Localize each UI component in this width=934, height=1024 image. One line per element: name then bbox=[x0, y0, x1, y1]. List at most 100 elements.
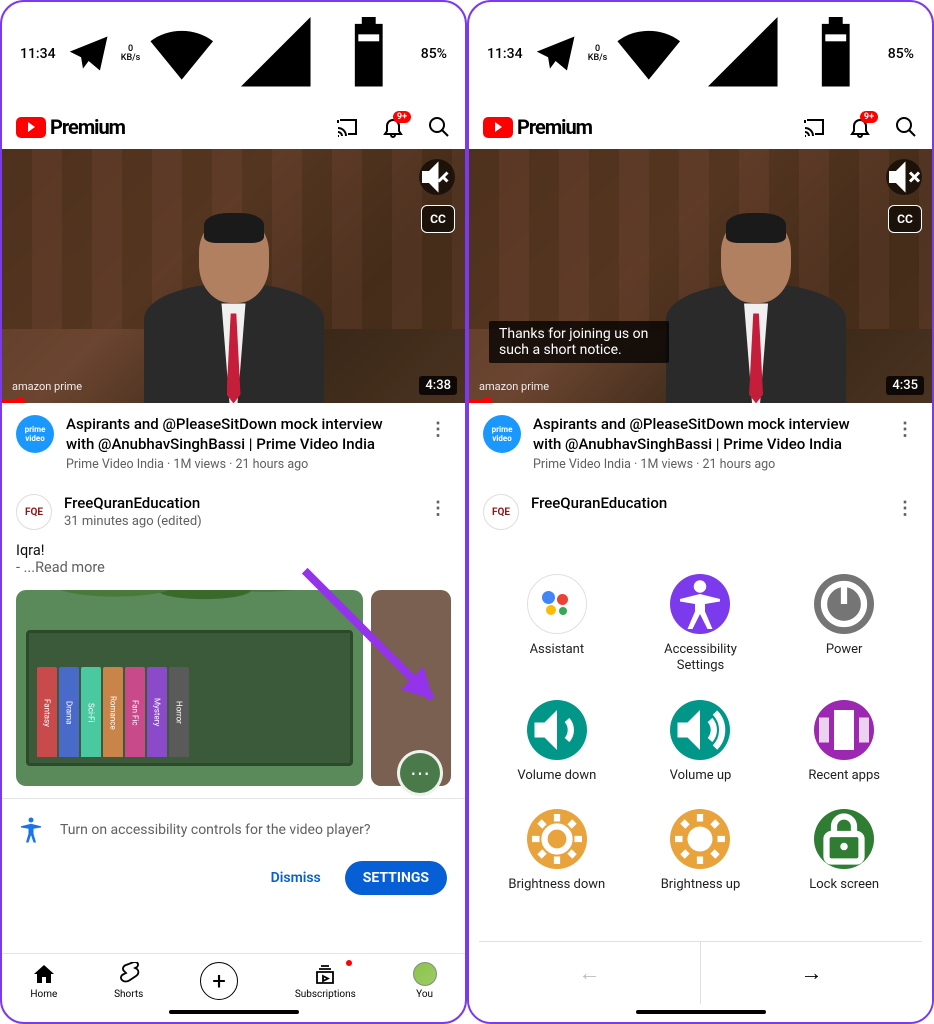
battery-icon bbox=[794, 10, 877, 97]
a11y-item-brightdown[interactable]: Brightness down bbox=[489, 809, 625, 893]
nav-create[interactable]: + bbox=[200, 962, 238, 1000]
battery-icon bbox=[327, 10, 410, 97]
panel-nav: ← → bbox=[479, 941, 922, 1004]
post-more-icon[interactable]: ⋮ bbox=[425, 494, 451, 523]
mute-icon[interactable] bbox=[886, 159, 922, 195]
video-info[interactable]: prime video Aspirants and @PleaseSitDown… bbox=[469, 403, 932, 484]
status-time: 11:34 bbox=[487, 46, 523, 62]
cc-button[interactable]: CC bbox=[888, 205, 922, 233]
panel-back-button[interactable]: ← bbox=[479, 942, 701, 1004]
a11y-item-label: Brightness down bbox=[508, 877, 605, 893]
net-speed: 0KB/s bbox=[121, 45, 141, 63]
phone-left: 11:34 0KB/s 85% Premium 9+ bbox=[0, 0, 467, 1024]
book-spines: Fantasy Drama Sci-Fi Romance Fan Fic Mys… bbox=[37, 667, 189, 757]
wifi-icon bbox=[140, 10, 223, 97]
nav-shorts[interactable]: Shorts bbox=[114, 962, 143, 1000]
nav-you[interactable]: You bbox=[413, 962, 437, 1000]
assistant-icon bbox=[527, 574, 587, 634]
notif-badge: 9+ bbox=[860, 111, 878, 123]
post-image[interactable]: Fantasy Drama Sci-Fi Romance Fan Fic Mys… bbox=[16, 590, 451, 786]
channel-avatar[interactable]: prime video bbox=[483, 415, 521, 453]
video-duration: 4:38 bbox=[419, 376, 457, 395]
post-body: Iqra! - ...Read more bbox=[2, 540, 465, 578]
phone-right: 11:34 0KB/s 85% Premium 9+ CC bbox=[467, 0, 934, 1024]
post-channel: FreeQuranEducation bbox=[64, 494, 413, 512]
more-icon[interactable]: ⋮ bbox=[425, 415, 451, 444]
a11y-item-label: Volume down bbox=[517, 768, 596, 784]
a11y-item-label: Lock screen bbox=[809, 877, 879, 893]
lock-icon bbox=[814, 809, 874, 869]
watermark: amazon prime bbox=[12, 380, 82, 393]
community-post[interactable]: FQE FreeQuranEducation 31 minutes ago (e… bbox=[2, 484, 465, 540]
gesture-bar[interactable] bbox=[636, 1010, 766, 1014]
youtube-logo[interactable]: Premium bbox=[483, 115, 592, 139]
a11y-item-assistant[interactable]: Assistant bbox=[489, 574, 625, 673]
a11y-prompt-text: Turn on accessibility controls for the v… bbox=[60, 822, 371, 838]
watermark: amazon prime bbox=[479, 380, 549, 393]
a11y-item-label: Volume up bbox=[670, 768, 732, 784]
dismiss-button[interactable]: Dismiss bbox=[255, 861, 337, 895]
telegram-icon bbox=[66, 29, 111, 78]
notifications-icon[interactable]: 9+ bbox=[381, 115, 405, 139]
panel-forward-button[interactable]: → bbox=[701, 942, 922, 1004]
battery-pct: 85% bbox=[421, 46, 447, 62]
accessibility-icon bbox=[16, 815, 46, 845]
a11y-item-voldown[interactable]: Volume down bbox=[489, 700, 625, 784]
video-player[interactable]: CC Thanks for joining us on such a short… bbox=[469, 149, 932, 403]
cc-button[interactable]: CC bbox=[421, 205, 455, 233]
user-avatar bbox=[413, 962, 437, 986]
nav-home[interactable]: Home bbox=[30, 962, 57, 1000]
gesture-bar[interactable] bbox=[169, 1010, 299, 1014]
app-header: Premium 9+ bbox=[469, 105, 932, 149]
a11y-banner: Turn on accessibility controls for the v… bbox=[2, 798, 465, 861]
status-bar: 11:34 0KB/s 85% bbox=[2, 2, 465, 105]
post-avatar[interactable]: FQE bbox=[483, 494, 519, 530]
channel-avatar[interactable]: prime video bbox=[16, 415, 54, 453]
more-icon[interactable]: ⋮ bbox=[892, 415, 918, 444]
a11y-item-label: Recent apps bbox=[808, 768, 880, 784]
status-time: 11:34 bbox=[20, 46, 56, 62]
a11y-item-power[interactable]: Power bbox=[776, 574, 912, 673]
mute-icon[interactable] bbox=[419, 159, 455, 195]
cast-icon[interactable] bbox=[802, 115, 826, 139]
video-subtitle: Prime Video India · 1M views · 21 hours … bbox=[66, 457, 413, 472]
accessibility-fab[interactable]: ⋯ bbox=[397, 750, 443, 796]
accessibility-panel: Assistant Accessibility Settings Power Volu… bbox=[469, 540, 932, 1022]
volup-icon bbox=[670, 700, 730, 760]
a11y-icon bbox=[670, 574, 730, 634]
home-icon bbox=[32, 962, 56, 986]
settings-button[interactable]: SETTINGS bbox=[345, 861, 447, 895]
wifi-icon bbox=[607, 10, 690, 97]
a11y-item-lock[interactable]: Lock screen bbox=[776, 809, 912, 893]
bottom-nav: Home Shorts + Subscriptions You bbox=[2, 953, 465, 1004]
community-post[interactable]: FQE FreeQuranEducation ⋮ bbox=[469, 484, 932, 540]
a11y-item-recent[interactable]: Recent apps bbox=[776, 700, 912, 784]
notif-badge: 9+ bbox=[393, 111, 411, 123]
post-channel: FreeQuranEducation bbox=[531, 494, 880, 512]
cast-icon[interactable] bbox=[335, 115, 359, 139]
a11y-item-a11y[interactable]: Accessibility Settings bbox=[633, 574, 769, 673]
shorts-icon bbox=[117, 962, 141, 986]
notifications-icon[interactable]: 9+ bbox=[848, 115, 872, 139]
video-caption: Thanks for joining us on such a short no… bbox=[489, 321, 669, 363]
search-icon[interactable] bbox=[894, 115, 918, 139]
video-title: Aspirants and @PleaseSitDown mock interv… bbox=[66, 415, 413, 454]
post-avatar[interactable]: FQE bbox=[16, 494, 52, 530]
video-player[interactable]: CC amazon prime 4:38 bbox=[2, 149, 465, 403]
status-bar: 11:34 0KB/s 85% bbox=[469, 2, 932, 105]
video-subtitle: Prime Video India · 1M views · 21 hours … bbox=[533, 457, 880, 472]
app-header: Premium 9+ bbox=[2, 105, 465, 149]
brightup-icon bbox=[670, 809, 730, 869]
video-duration: 4:35 bbox=[886, 376, 924, 395]
search-icon[interactable] bbox=[427, 115, 451, 139]
a11y-item-label: Accessibility Settings bbox=[650, 642, 750, 673]
nav-subscriptions[interactable]: Subscriptions bbox=[295, 962, 356, 1000]
post-more-icon[interactable]: ⋮ bbox=[892, 494, 918, 523]
post-time: 31 minutes ago (edited) bbox=[64, 514, 413, 529]
a11y-item-brightup[interactable]: Brightness up bbox=[633, 809, 769, 893]
video-info[interactable]: prime video Aspirants and @PleaseSitDown… bbox=[2, 403, 465, 484]
youtube-logo[interactable]: Premium bbox=[16, 115, 125, 139]
signal-icon bbox=[234, 10, 317, 97]
a11y-item-label: Brightness up bbox=[661, 877, 741, 893]
a11y-item-volup[interactable]: Volume up bbox=[633, 700, 769, 784]
